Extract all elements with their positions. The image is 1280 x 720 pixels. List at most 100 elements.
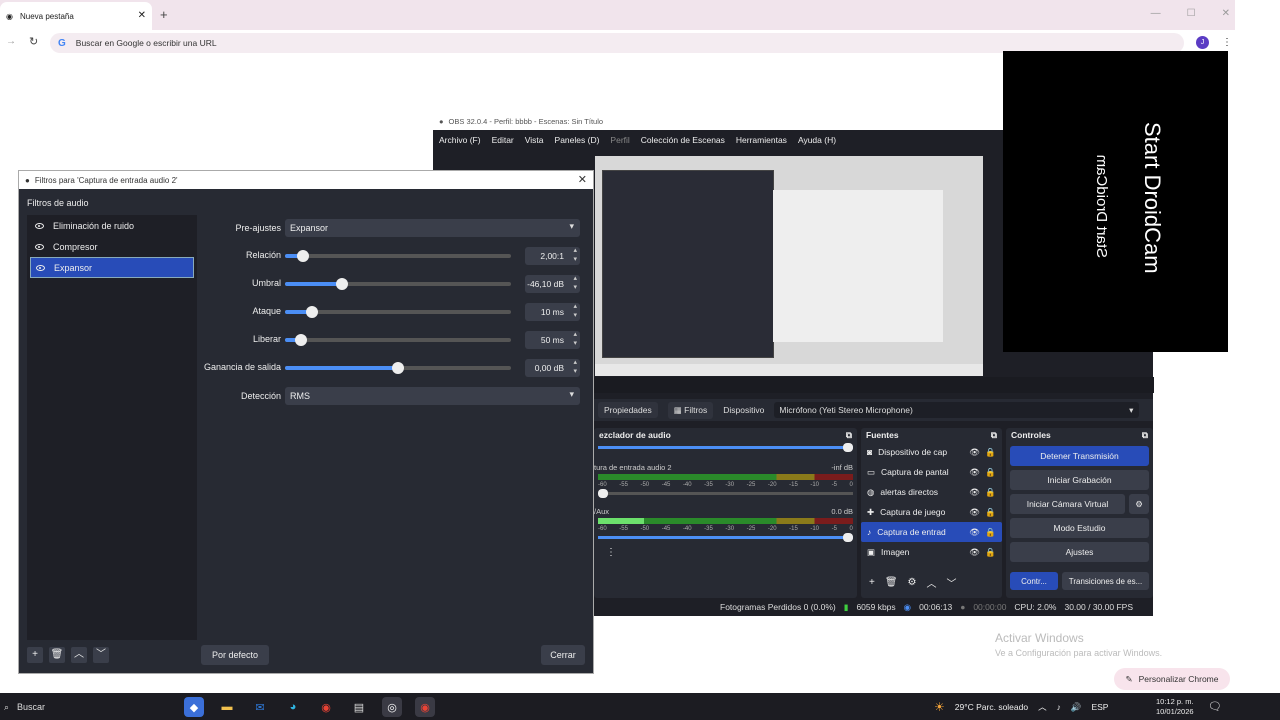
menu-perfil[interactable]: Perfil bbox=[610, 135, 629, 145]
omnibox[interactable]: G Buscar en Google o escribir una URL bbox=[50, 33, 1184, 53]
menu-paneles[interactable]: Paneles (D) bbox=[555, 135, 600, 145]
virtual-camera-settings-icon[interactable]: ⚙ bbox=[1129, 494, 1149, 514]
obs-taskbar-icon[interactable]: ◎ bbox=[382, 697, 402, 717]
close-icon[interactable]: ✕ bbox=[578, 173, 587, 186]
threshold-slider[interactable] bbox=[285, 278, 511, 290]
settings-button[interactable]: Ajustes bbox=[1010, 542, 1149, 562]
move-down-icon[interactable]: ﹀ bbox=[93, 647, 109, 663]
weather-text[interactable]: 29°C Parc. soleado bbox=[955, 702, 1028, 712]
lock-icon[interactable]: 🔒 bbox=[985, 507, 996, 518]
edge-icon[interactable]: ◕ bbox=[283, 697, 303, 717]
move-up-icon[interactable]: ︿ bbox=[71, 647, 87, 663]
copilot-icon[interactable]: ◆ bbox=[184, 697, 204, 717]
eye-icon[interactable]: 👁 bbox=[969, 507, 980, 518]
source-item[interactable]: ✚ Captura de juego 👁 🔒 bbox=[861, 502, 1002, 522]
volume-slider[interactable] bbox=[598, 489, 853, 498]
forward-icon[interactable]: → bbox=[6, 36, 16, 47]
undock-icon[interactable]: ⧉ bbox=[991, 430, 997, 441]
remove-source-icon[interactable]: 🗑 bbox=[885, 577, 898, 588]
eye-icon[interactable] bbox=[36, 264, 45, 271]
eye-icon[interactable]: 👁 bbox=[969, 547, 980, 558]
add-source-icon[interactable]: + bbox=[869, 577, 875, 588]
speaker-icon[interactable]: 🔊 bbox=[1071, 702, 1082, 713]
eye-icon[interactable]: 👁 bbox=[969, 447, 980, 458]
release-slider[interactable] bbox=[285, 334, 511, 346]
chevron-up-icon[interactable]: ︿ bbox=[1038, 701, 1047, 713]
add-filter-icon[interactable]: + bbox=[27, 647, 43, 663]
source-item[interactable]: ▭ Captura de pantal 👁 🔒 bbox=[861, 462, 1002, 482]
volume-slider[interactable] bbox=[598, 443, 853, 452]
browser-tab[interactable]: ◉ Nueva pestaña ✕ bbox=[0, 2, 152, 30]
properties-button[interactable]: Propiedades bbox=[598, 402, 658, 418]
lock-icon[interactable]: 🔒 bbox=[985, 547, 996, 558]
file-explorer-icon[interactable]: ▬ bbox=[217, 697, 237, 717]
microphone-tray-icon[interactable]: ♪ bbox=[1057, 702, 1061, 712]
ratio-spinbox[interactable]: 2,00:1 bbox=[525, 246, 580, 265]
tab-controls[interactable]: Contr... bbox=[1010, 572, 1058, 590]
more-menu-icon[interactable]: ⋮ bbox=[1222, 37, 1232, 48]
store-icon[interactable]: ▤ bbox=[349, 697, 369, 717]
source-item[interactable]: ▣ Imagen 👁 🔒 bbox=[861, 542, 1002, 562]
threshold-spinbox[interactable]: -46,10 dB bbox=[525, 274, 580, 293]
output-gain-spinbox[interactable]: 0,00 dB bbox=[525, 358, 580, 377]
menu-archivo[interactable]: Archivo (F) bbox=[439, 135, 481, 145]
lock-icon[interactable]: 🔒 bbox=[985, 487, 996, 498]
attack-spinbox[interactable]: 10 ms bbox=[525, 302, 580, 321]
filters-button[interactable]: ▦ Filtros bbox=[667, 401, 714, 419]
language[interactable]: ESP bbox=[1091, 702, 1108, 712]
menu-editar[interactable]: Editar bbox=[492, 135, 514, 145]
remove-filter-icon[interactable]: 🗑 bbox=[49, 647, 65, 663]
move-down-icon[interactable]: ﹀ bbox=[947, 575, 957, 590]
tab-transitions[interactable]: Transiciones de es... bbox=[1062, 572, 1149, 590]
menu-vista[interactable]: Vista bbox=[525, 135, 544, 145]
lock-icon[interactable]: 🔒 bbox=[985, 527, 996, 538]
mixer-menu-icon[interactable]: ⋮ bbox=[594, 543, 857, 562]
lock-icon[interactable]: 🔒 bbox=[985, 447, 996, 458]
clock[interactable]: 10:12 p. m. 10/01/2026 bbox=[1156, 697, 1194, 717]
ratio-slider[interactable] bbox=[285, 250, 511, 262]
reload-icon[interactable]: ↻ bbox=[29, 35, 38, 48]
volume-slider[interactable] bbox=[598, 533, 853, 542]
close-window-icon[interactable]: ✕ bbox=[1222, 8, 1230, 19]
menu-herramientas[interactable]: Herramientas bbox=[736, 135, 787, 145]
eye-icon[interactable]: 👁 bbox=[969, 467, 980, 478]
close-button[interactable]: Cerrar bbox=[541, 645, 585, 665]
chrome-active-icon[interactable]: ◉ bbox=[415, 697, 435, 717]
notification-icon[interactable]: 🗨 bbox=[1208, 700, 1222, 713]
menu-coleccion[interactable]: Colección de Escenas bbox=[641, 135, 725, 145]
customize-chrome-button[interactable]: ✎ Personalizar Chrome bbox=[1114, 668, 1230, 690]
start-recording-button[interactable]: Iniciar Grabación bbox=[1010, 470, 1149, 490]
eye-icon[interactable] bbox=[35, 222, 44, 229]
maximize-icon[interactable]: ☐ bbox=[1187, 8, 1196, 19]
undock-icon[interactable]: ⧉ bbox=[1142, 430, 1148, 441]
filter-item[interactable]: Compresor bbox=[27, 236, 197, 257]
minimize-icon[interactable]: — bbox=[1151, 8, 1161, 19]
new-tab-button[interactable]: + bbox=[160, 7, 168, 22]
gear-icon[interactable]: ⚙ bbox=[908, 577, 917, 588]
output-gain-slider[interactable] bbox=[285, 362, 511, 374]
close-tab-icon[interactable]: ✕ bbox=[138, 10, 146, 21]
filter-item-selected[interactable]: Expansor bbox=[30, 257, 194, 278]
eye-icon[interactable]: 👁 bbox=[969, 527, 980, 538]
start-virtual-camera-button[interactable]: Iniciar Cámara Virtual bbox=[1010, 494, 1125, 514]
source-item[interactable]: ◙ Dispositivo de cap 👁 🔒 bbox=[861, 442, 1002, 462]
chrome-taskbar-icon[interactable]: ◉ bbox=[316, 697, 336, 717]
filter-item[interactable]: Eliminación de ruido bbox=[27, 215, 197, 236]
taskbar-search[interactable]: ⌕ Buscar bbox=[0, 695, 180, 719]
mail-icon[interactable]: ✉ bbox=[250, 697, 270, 717]
attack-slider[interactable] bbox=[285, 306, 511, 318]
lock-icon[interactable]: 🔒 bbox=[985, 467, 996, 478]
eye-icon[interactable]: 👁 bbox=[969, 487, 980, 498]
stop-stream-button[interactable]: Detener Transmisión bbox=[1010, 446, 1149, 466]
release-spinbox[interactable]: 50 ms bbox=[525, 330, 580, 349]
studio-mode-button[interactable]: Modo Estudio bbox=[1010, 518, 1149, 538]
device-select[interactable]: Micrófono (Yeti Stereo Microphone) ▾ bbox=[774, 402, 1140, 418]
profile-avatar[interactable]: J bbox=[1196, 36, 1209, 49]
preset-select[interactable]: Expansor bbox=[285, 219, 580, 237]
undock-icon[interactable]: ⧉ bbox=[846, 430, 852, 441]
source-item-selected[interactable]: ♪ Captura de entrad 👁 🔒 bbox=[861, 522, 1002, 542]
menu-ayuda[interactable]: Ayuda (H) bbox=[798, 135, 836, 145]
source-item[interactable]: ◍ alertas directos 👁 🔒 bbox=[861, 482, 1002, 502]
defaults-button[interactable]: Por defecto bbox=[201, 645, 269, 665]
move-up-icon[interactable]: ︿ bbox=[927, 575, 937, 590]
